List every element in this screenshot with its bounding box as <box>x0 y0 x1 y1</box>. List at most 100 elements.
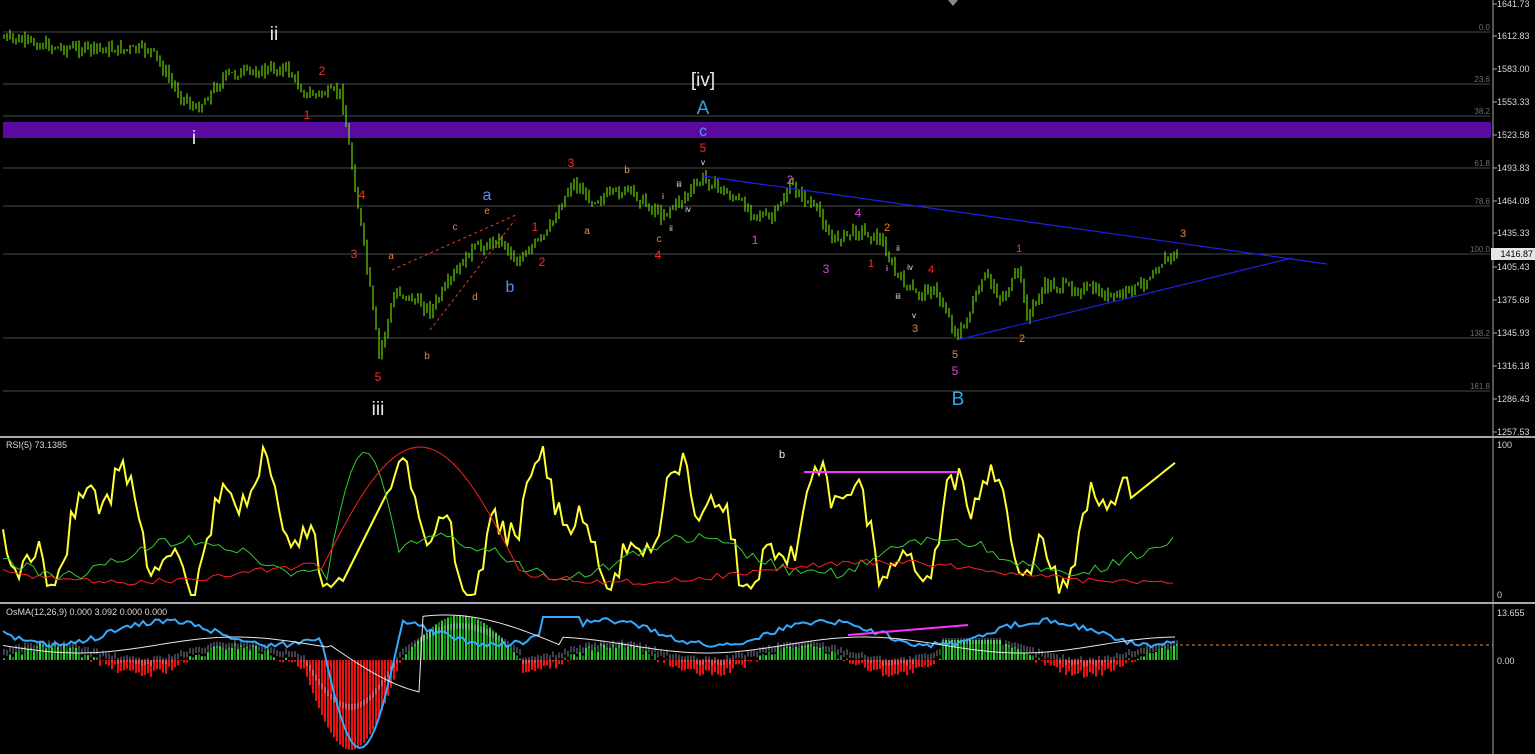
osma-pane[interactable]: 13.655 0.00 OsMA(12,26,9) 0.000 3.092 0.… <box>0 603 1535 754</box>
rsi-pane[interactable]: 100 0 b RSI(5) 73.1385 <box>0 437 1535 602</box>
osma-histogram-bar <box>849 660 851 664</box>
osma-histogram-bar <box>168 660 170 667</box>
osma-histogram-bar <box>1125 660 1127 664</box>
rsi-lines <box>2 443 1176 596</box>
price-chart-pane[interactable]: 0.023.638.250.061.878.6100.0138.2161.8 1… <box>0 0 1535 437</box>
osma-histogram-bar <box>576 656 578 660</box>
osma-histogram-bar <box>288 660 290 662</box>
wave-label-orange-5: 5 <box>952 349 958 361</box>
osma-histogram-bar <box>573 654 575 660</box>
wave-label-orange-2c: 2 <box>884 222 890 234</box>
osma-histogram-bar <box>210 648 212 660</box>
wave-label-orange-d: d <box>472 292 478 303</box>
osma-histogram-bar <box>927 660 929 668</box>
osma-histogram-bar <box>930 660 932 666</box>
osma-histogram-bar <box>411 647 413 660</box>
osma-histogram-bar <box>846 658 848 660</box>
osma-histogram-bar <box>591 650 593 660</box>
osma-histogram-bar <box>96 657 98 660</box>
wave-label-orange-3: 3 <box>912 323 918 335</box>
osma-histogram-bar <box>855 660 857 666</box>
osma-histogram-bar <box>798 648 800 660</box>
osma-histogram-bar <box>1119 660 1121 667</box>
osma-histogram-bar <box>588 646 590 660</box>
osma-histogram-bar <box>1137 658 1139 660</box>
wave-label-white2-v: v <box>912 311 916 320</box>
wave-label-red-1b: 1 <box>532 220 539 234</box>
osma-histogram-bar <box>105 660 107 665</box>
osma-histogram-bar <box>597 651 599 660</box>
osma-histogram-bar <box>732 660 734 669</box>
osma-histogram-bar <box>1029 654 1031 660</box>
osma-histogram-bar <box>1158 648 1160 660</box>
osma-histogram-bar <box>663 660 665 663</box>
osma-histogram-bar <box>114 660 116 665</box>
osma-histogram-bar <box>1173 646 1175 660</box>
osma-histogram-bar <box>858 660 860 665</box>
osma-histogram-bar <box>666 659 668 660</box>
osma-histogram-bar <box>183 660 185 663</box>
wave-label-gold-a: a <box>584 226 590 237</box>
rsi-label-b: b <box>779 449 785 461</box>
osma-histogram-bar <box>1131 660 1133 663</box>
osma-histogram-bar <box>252 645 254 660</box>
osma-histogram-bar <box>774 654 776 660</box>
osma-histogram-bar <box>636 649 638 660</box>
osma-histogram <box>3 615 1178 750</box>
osma-histogram-bar <box>1044 660 1046 666</box>
wave-label-white-v-top: v <box>701 158 705 167</box>
osma-axis-top: 13.655 <box>1497 608 1525 618</box>
osma-histogram-bar <box>264 650 266 660</box>
osma-histogram-bar <box>864 660 866 668</box>
osma-histogram-bar <box>840 655 842 660</box>
osma-histogram-bar <box>594 647 596 660</box>
osma-histogram-bar <box>669 660 671 667</box>
osma-histogram-bar <box>1122 660 1124 667</box>
price-axis-tick-label: 1375.68 <box>1497 295 1530 305</box>
osma-histogram-bar <box>297 660 299 667</box>
osma-histogram-bar <box>726 660 728 669</box>
osma-histogram-bar <box>939 658 941 660</box>
osma-histogram-bar <box>1152 652 1154 660</box>
osma-histogram-bar <box>813 646 815 660</box>
wave-label-white-iii: iii <box>676 180 682 189</box>
rsi-canvas: 100 0 b <box>2 437 1512 602</box>
osma-histogram-bar <box>27 648 29 660</box>
osma-histogram-bar <box>468 615 470 660</box>
osma-histogram-bar <box>408 650 410 660</box>
osma-histogram-bar <box>93 657 95 660</box>
price-axis-tick-label: 1612.83 <box>1497 31 1530 41</box>
rsi-axis-100: 100 <box>1497 440 1512 450</box>
price-axis-tick-label: 1583.00 <box>1497 64 1530 74</box>
osma-histogram-bar <box>222 647 224 660</box>
osma-histogram-bar <box>186 660 188 663</box>
osma-histogram-bar <box>816 647 818 660</box>
osma-histogram-bar <box>519 658 521 660</box>
wave-label-orange-b: b <box>424 351 430 362</box>
osma-histogram-bar <box>126 660 128 669</box>
wave-label-white-ii: ii <box>669 224 673 233</box>
osma-histogram-bar <box>291 660 293 663</box>
price-axis-tick-label: 1435.33 <box>1497 228 1530 238</box>
osma-histogram-bar <box>915 660 917 669</box>
osma-histogram-bar <box>231 648 233 660</box>
osma-histogram-bar <box>747 660 749 662</box>
top-scroll-marker[interactable] <box>948 0 958 6</box>
osma-histogram-bar <box>237 649 239 660</box>
osma-histogram-bar <box>1134 660 1136 662</box>
osma-histogram-bar <box>267 649 269 660</box>
wave-label-b-blue: b <box>506 279 515 296</box>
osma-histogram-bar <box>1128 658 1130 660</box>
osma-histogram-bar <box>1041 660 1043 661</box>
osma-histogram-bar <box>243 648 245 660</box>
price-axis-tick-label: 1345.93 <box>1497 328 1530 338</box>
osma-histogram-bar <box>84 654 86 660</box>
price-axis-tick-label: 1286.43 <box>1497 394 1530 404</box>
wave-label-c-blue: c <box>699 123 707 140</box>
osma-histogram-bar <box>195 655 197 660</box>
osma-histogram-bar <box>1050 660 1052 666</box>
osma-histogram-bar <box>66 649 68 660</box>
price-axis-tick-label: 1464.08 <box>1497 196 1530 206</box>
osma-histogram-bar <box>87 655 89 660</box>
osma-histogram-bar <box>1161 647 1163 660</box>
